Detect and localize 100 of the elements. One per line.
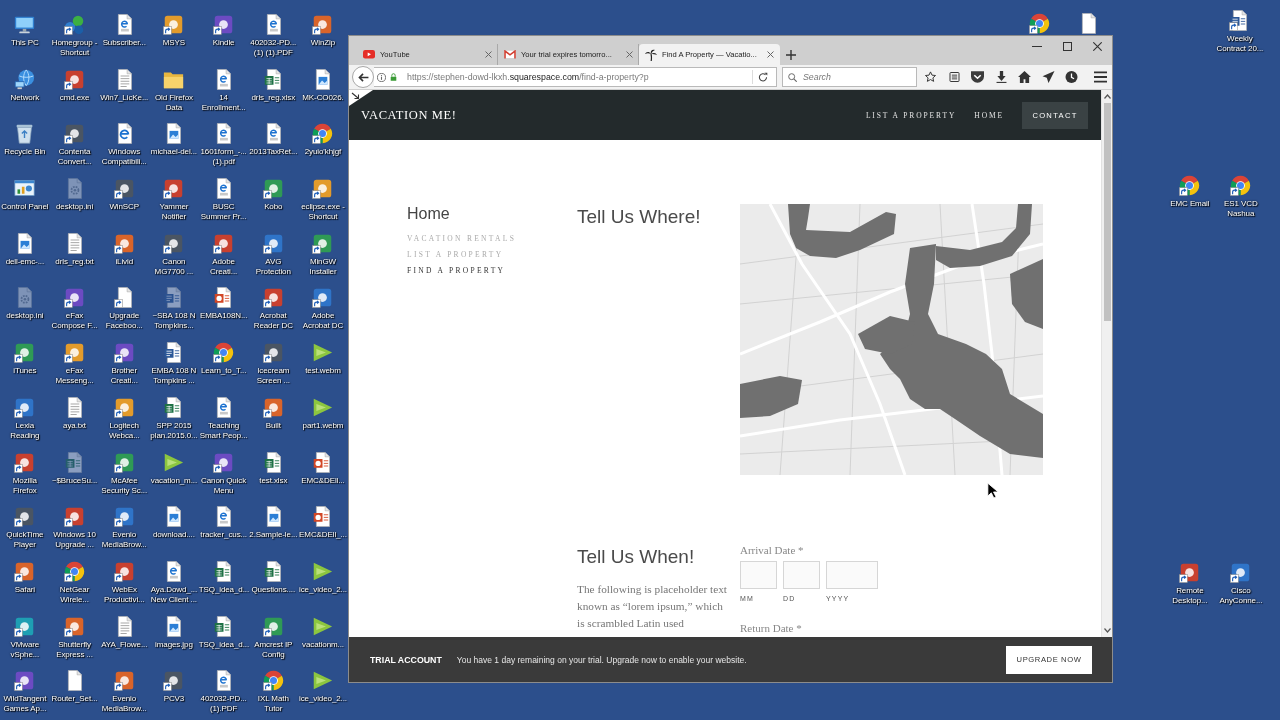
desktop-item[interactable]: Adobe Creati... (198, 232, 249, 277)
desktop-item[interactable]: Amcrest IP Config (248, 615, 299, 660)
info-icon[interactable] (377, 72, 386, 82)
address-field[interactable]: https://stephen-dowd-lkxh.squarespace.com/find-a-property?p (374, 67, 777, 87)
desktop-item[interactable]: WinSCP (99, 178, 150, 213)
desktop-item[interactable]: ~$BruceSu... (49, 451, 100, 486)
desktop-item[interactable]: Icecream Screen ... (248, 342, 299, 387)
app-icon[interactable] (163, 178, 185, 200)
desktop-item[interactable]: EMC&DEll_... (298, 506, 348, 541)
desktop-item[interactable]: 1601form_-... (1).pdf (198, 123, 249, 168)
desktop-item[interactable]: EMC Email (1165, 175, 1215, 209)
desktop-item[interactable]: iLivid (99, 232, 150, 267)
desktop-item[interactable]: NetGear Wirele... (49, 560, 100, 605)
desktop-item[interactable]: cmd.exe (49, 68, 100, 103)
back-button[interactable] (352, 66, 374, 88)
desktop-item[interactable]: Homegroup - Shortcut (49, 14, 100, 58)
chevron-shield-icon[interactable] (971, 71, 984, 83)
round-logo-icon[interactable] (1230, 175, 1252, 196)
play-triangle-icon[interactable] (312, 342, 334, 364)
desktop-item[interactable]: Windows 10 Upgrade ... (49, 506, 100, 551)
desktop-item[interactable]: WinZip (298, 14, 348, 48)
app-icon[interactable] (113, 342, 135, 364)
desktop-item[interactable]: QuickTime Player (0, 506, 50, 551)
app-icon[interactable] (14, 670, 36, 692)
app-icon[interactable] (312, 232, 334, 254)
app-icon[interactable] (113, 560, 135, 582)
app-icon[interactable] (113, 670, 135, 692)
globe-monitor-icon[interactable] (14, 68, 36, 90)
desktop-item[interactable]: Aya.Dowd_... New Client ... (149, 560, 199, 605)
app-icon[interactable] (163, 232, 185, 254)
desktop-item[interactable]: Teaching Smart Peop... (198, 396, 249, 441)
close-icon[interactable] (767, 51, 774, 58)
app-icon[interactable] (113, 232, 135, 254)
app-icon[interactable] (1179, 562, 1201, 583)
desktop-item[interactable]: Subscriber... (99, 14, 150, 48)
desktop-item[interactable]: Shutterfly Express ... (49, 615, 100, 660)
desktop-item[interactable]: Recycle Bin (0, 123, 50, 158)
desktop-item[interactable]: MinGW Installer (298, 232, 348, 277)
desktop-item[interactable]: eFax Compose F... (49, 287, 100, 332)
desktop-item[interactable]: Upgrade Faceboo... (99, 287, 150, 332)
app-icon[interactable] (64, 68, 86, 90)
desktop-item[interactable]: test.webm (298, 342, 348, 377)
desktop-item[interactable]: download.... (149, 506, 199, 541)
desktop-item[interactable]: 402032-PD... (1) (1).PDF (248, 14, 299, 58)
app-icon[interactable] (163, 14, 185, 35)
desktop-item[interactable]: Lexia Reading (0, 396, 50, 441)
history-icon[interactable] (1065, 71, 1078, 83)
spreadsheet-file-icon[interactable] (262, 451, 284, 473)
desktop-item[interactable]: Weekly Contract 20... (1215, 10, 1265, 54)
desktop-item[interactable]: Windows Compatibili... (99, 123, 150, 168)
menu-icon[interactable] (1093, 71, 1107, 83)
desktop-item[interactable]: desktop.ini (0, 287, 50, 322)
desktop-item[interactable]: Evenio MediaBrow... (99, 506, 150, 551)
desktop-item[interactable]: MK-CO026. (298, 68, 348, 103)
desktop-item[interactable]: WildTangent Games Ap... (0, 670, 50, 715)
minimize-icon[interactable] (1032, 45, 1042, 47)
desktop-item[interactable]: Brother Creati... (99, 342, 150, 387)
desktop-item[interactable]: 2yuio'khjgf (298, 123, 348, 158)
desktop-item[interactable]: 2.Sample-le... (248, 506, 299, 541)
corner-arrow-icon[interactable] (349, 90, 373, 106)
desktop-item[interactable]: Safari (0, 560, 50, 595)
app-icon[interactable] (113, 506, 135, 528)
desktop-item[interactable]: Network (0, 68, 50, 103)
app-icon[interactable] (14, 560, 36, 582)
desktop-item[interactable]: Cisco AnyConne... (1216, 562, 1266, 606)
app-icon[interactable] (14, 506, 36, 528)
desktop-item[interactable]: Adobe Acrobat DC (298, 287, 348, 332)
desktop-item[interactable]: ES1 VCD Nashua (1216, 175, 1266, 219)
blank-file-icon[interactable] (113, 287, 135, 309)
app-icon[interactable] (1230, 562, 1252, 583)
app-icon[interactable] (213, 451, 235, 473)
app-icon[interactable] (262, 615, 284, 637)
close-icon[interactable] (485, 51, 492, 58)
app-icon[interactable] (14, 342, 36, 364)
spreadsheet-file-icon[interactable] (262, 560, 284, 582)
desktop-item[interactable]: iTunes (0, 342, 50, 377)
spreadsheet-file-icon[interactable] (262, 68, 284, 90)
desktop-item[interactable]: This PC (0, 14, 50, 48)
app-icon[interactable] (64, 287, 86, 309)
desktop-item[interactable]: VMware vSphe... (0, 615, 50, 660)
desktop-item[interactable]: Control Panel (0, 178, 50, 213)
desktop-item[interactable]: Contenta Convert... (49, 123, 100, 168)
desktop-item[interactable]: EMBA108N... (198, 287, 249, 322)
desktop-item[interactable]: Acrobat Reader DC (248, 287, 299, 332)
play-triangle-icon[interactable] (312, 615, 334, 637)
round-logo-icon[interactable] (1029, 13, 1051, 34)
app-icon[interactable] (64, 342, 86, 364)
app-icon[interactable] (262, 396, 284, 418)
scroll-up-icon[interactable] (1103, 94, 1111, 99)
desktop-item[interactable]: Win7_LicKe... (99, 68, 150, 103)
desktop-item[interactable]: ice_video_2... (298, 560, 348, 595)
app-icon[interactable] (213, 14, 235, 35)
desktop-item[interactable]: BUSC Summer Pr... (198, 178, 249, 223)
desktop-item[interactable]: vacationm... (298, 615, 348, 650)
desktop-item[interactable]: Questions.... (248, 560, 299, 595)
app-icon[interactable] (262, 232, 284, 254)
close-icon[interactable] (626, 51, 633, 58)
desktop-item[interactable]: 14 Enrollment... (198, 68, 249, 113)
app-icon[interactable] (14, 615, 36, 637)
reading-list-icon[interactable] (947, 71, 961, 83)
